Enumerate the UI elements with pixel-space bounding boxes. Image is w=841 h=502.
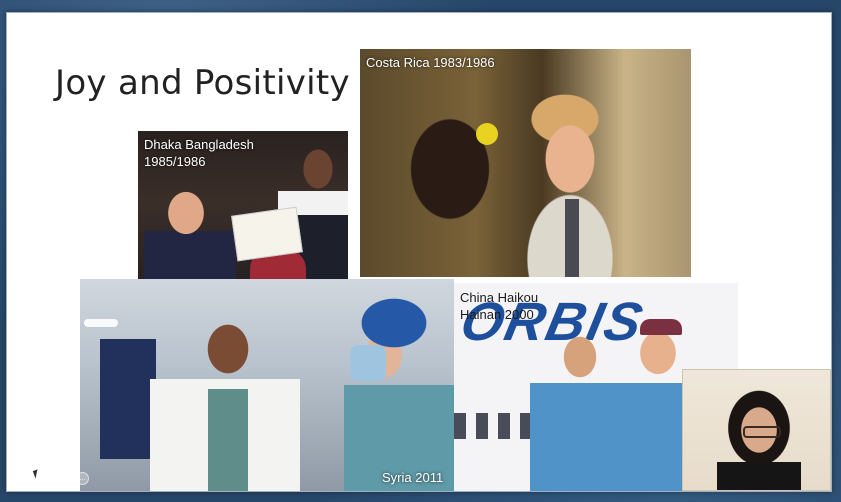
caption-china-line2: Hainan 2000 <box>460 307 534 322</box>
caption-dhaka-line1: Dhaka Bangladesh <box>144 137 254 152</box>
slide-title: Joy and Positivity <box>55 63 350 103</box>
caption-dhaka-line2: 1985/1986 <box>144 154 206 169</box>
caption-syria: Syria 2011 <box>382 470 444 485</box>
necktie <box>565 199 579 277</box>
person-surgical-cap <box>344 289 454 491</box>
pen-icon[interactable]: ✎ <box>42 472 55 485</box>
slide-controls: ‹ › ✎ ⊕ … <box>8 472 89 485</box>
certificate <box>231 206 303 262</box>
zoom-icon[interactable]: ⊕ <box>59 472 72 485</box>
glasses <box>743 426 781 438</box>
caption-dhaka: Dhaka Bangladesh 1985/1986 <box>144 136 254 170</box>
photo-syria: Syria 2011 <box>80 279 454 491</box>
photo-costa-rica: Costa Rica 1983/1986 <box>360 49 691 277</box>
more-icon[interactable]: … <box>76 472 89 485</box>
scrubs <box>208 389 248 491</box>
ceiling-light <box>84 319 118 327</box>
hair-clip <box>476 123 498 145</box>
caption-china: China Haikou Hainan 2000 <box>460 289 538 323</box>
surgical-mask <box>350 345 386 381</box>
curtain <box>100 339 156 459</box>
webcam-video-feed <box>682 369 831 491</box>
caption-costa-rica: Costa Rica 1983/1986 <box>366 55 495 70</box>
prev-icon[interactable]: ‹ <box>8 472 21 485</box>
surgical-cap <box>640 319 682 335</box>
caption-china-line1: China Haikou <box>460 290 539 305</box>
